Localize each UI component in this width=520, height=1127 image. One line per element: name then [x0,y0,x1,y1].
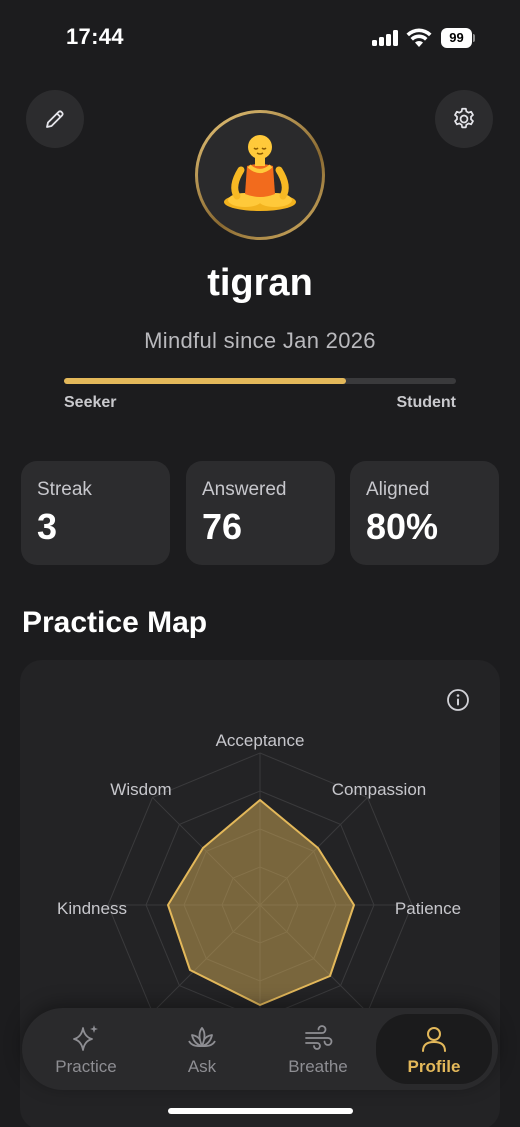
member-since: Mindful since Jan 2026 [144,328,376,353]
level-end-label: Student [396,394,456,411]
stat-card-aligned: Aligned 80% [350,461,499,565]
stat-label: Aligned [366,479,430,500]
sparkles-icon [73,1025,98,1051]
edit-profile-button[interactable] [26,90,84,148]
practice-map-area [167,799,355,1006]
info-icon[interactable] [446,688,470,712]
wind-icon [305,1025,333,1050]
lotus-icon [188,1027,216,1048]
tab-bar: Practice Ask Breathe Profile [22,1008,498,1090]
wifi-icon [406,28,432,47]
practice-map-title: Practice Map [22,606,208,639]
stat-value: 3 [37,506,58,547]
level-progress-fill [64,378,347,384]
tab-label: Profile [407,1057,461,1076]
home-indicator [168,1108,353,1114]
username: tigran [207,262,313,304]
gear-icon [454,107,474,129]
axis-label-wisdom: Wisdom [110,780,171,799]
meditating-person-icon [224,135,296,211]
stat-value: 76 [202,506,243,547]
tab-label: Breathe [288,1057,348,1076]
level-progress-bar [64,378,456,384]
avatar[interactable] [195,110,325,240]
status-time: 17:44 [66,24,124,49]
pencil-icon [46,110,64,128]
axis-label-kindness: Kindness [57,899,127,918]
stat-card-streak: Streak 3 [21,461,170,565]
tab-label: Practice [55,1057,117,1076]
settings-button[interactable] [435,90,493,148]
battery-icon: 99 [441,28,475,48]
tab-label: Ask [187,1057,217,1076]
battery-level: 99 [441,28,472,48]
tab-ask[interactable]: Ask [144,1008,260,1090]
status-bar: 17:44 99 [0,0,520,78]
stat-value: 80% [366,506,439,547]
axis-label-patience: Patience [395,899,461,918]
level-start-label: Seeker [64,394,117,411]
stat-label: Answered [202,479,287,500]
stat-label: Streak [37,479,92,500]
cellular-signal-icon [372,30,400,46]
stat-card-answered: Answered 76 [186,461,335,565]
axis-label-acceptance: Acceptance [216,731,305,750]
tab-profile[interactable]: Profile [376,1014,492,1084]
tab-breathe[interactable]: Breathe [260,1008,376,1090]
person-icon [422,1027,446,1052]
tab-practice[interactable]: Practice [28,1008,144,1090]
axis-label-compassion: Compassion [332,780,427,799]
